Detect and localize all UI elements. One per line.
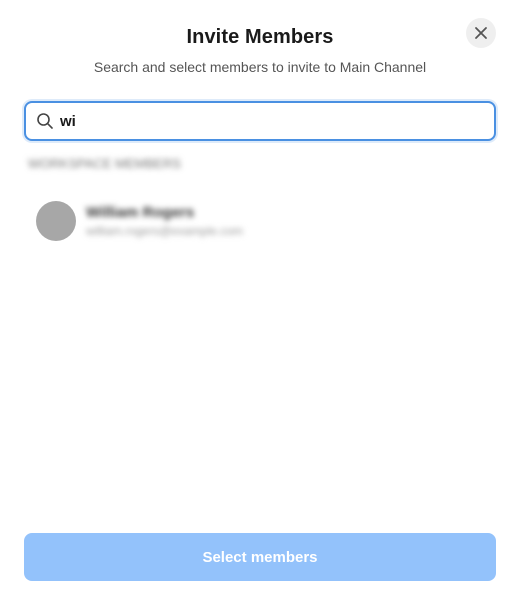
results-section-label: WORKSPACE MEMBERS [28, 156, 181, 171]
search-input[interactable] [60, 103, 494, 139]
dialog-subtitle: Search and select members to invite to M… [93, 59, 427, 75]
member-info: William Rogers william.rogers@example.co… [86, 204, 243, 238]
member-email: william.rogers@example.com [86, 224, 243, 238]
search-field[interactable] [24, 101, 496, 141]
invite-members-dialog: Invite Members Search and select members… [0, 0, 520, 605]
avatar [36, 201, 76, 241]
dialog-title: Invite Members [186, 26, 334, 48]
search-icon [36, 112, 54, 130]
member-list-item[interactable]: William Rogers william.rogers@example.co… [24, 196, 496, 246]
member-name: William Rogers [86, 204, 195, 221]
select-members-button[interactable]: Select members [24, 533, 496, 581]
